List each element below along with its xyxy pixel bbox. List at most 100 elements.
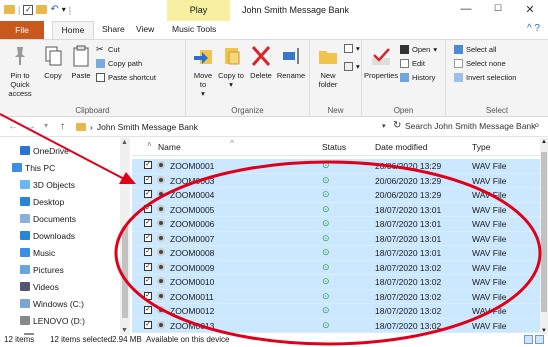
- table-row[interactable]: ✓ ZOOM0011 ⊙ 18/07/2020 13:02 WAV File: [132, 289, 540, 304]
- nav-scroll-thumb[interactable]: [122, 226, 128, 318]
- nav-item[interactable]: OneDrive: [20, 142, 69, 159]
- scroll-down-arrow-icon[interactable]: ▼: [541, 328, 547, 334]
- back-button[interactable]: ←: [8, 121, 18, 132]
- nav-item[interactable]: Desktop: [20, 193, 64, 210]
- maximize-button[interactable]: ☐: [488, 3, 508, 14]
- table-row[interactable]: ✓ ZOOM0006 ⊙ 18/07/2020 13:01 WAV File: [132, 217, 540, 232]
- breadcrumb[interactable]: › John Smith Message Bank: [76, 122, 198, 132]
- row-checkbox[interactable]: ✓: [144, 175, 152, 184]
- table-row[interactable]: ✓ ZOOM0010 ⊙ 18/07/2020 13:02 WAV File: [132, 275, 540, 290]
- file-list: ˄ Name ^ Status Date modified Type ✓ ZOOM…: [132, 138, 540, 335]
- properties-check-icon[interactable]: ✓: [23, 4, 34, 15]
- tab-music-tools[interactable]: Music Tools: [172, 24, 216, 34]
- copy-path-button[interactable]: Copy path: [96, 59, 142, 68]
- nav-item[interactable]: Downloads: [20, 227, 75, 244]
- new-folder-button[interactable]: New folder: [314, 44, 342, 89]
- scroll-up-arrow-icon[interactable]: ▲: [121, 139, 128, 146]
- table-row[interactable]: ✓ ZOOM0008 ⊙ 18/07/2020 13:01 WAV File: [132, 246, 540, 261]
- nav-item[interactable]: Music: [20, 244, 55, 261]
- open-button[interactable]: Open ▾: [400, 45, 437, 54]
- column-type[interactable]: Type: [472, 142, 490, 152]
- new-folder-icon[interactable]: [36, 5, 48, 14]
- nav-pane-scrollbar[interactable]: ▲ ▼: [120, 138, 130, 335]
- move-to-button[interactable]: Move to ▾: [190, 44, 216, 98]
- close-button[interactable]: ✕: [520, 3, 540, 16]
- folder-icon: [4, 5, 15, 14]
- copy-path-icon: [96, 59, 105, 68]
- scissors-icon: ✂: [96, 44, 104, 54]
- address-dropdown-icon[interactable]: ▾: [382, 122, 386, 130]
- properties-button[interactable]: Properties: [364, 44, 398, 80]
- search-icon[interactable]: ⌕: [534, 120, 540, 131]
- history-button[interactable]: History: [400, 73, 435, 82]
- table-row[interactable]: ✓ ZOOM0013 ⊙ 18/07/2020 13:02 WAV File: [132, 318, 540, 333]
- pin-to-quick-access-button[interactable]: Pin to Quick access: [2, 44, 38, 98]
- forward-button[interactable]: →: [26, 121, 36, 132]
- rename-button[interactable]: Rename: [276, 44, 306, 80]
- nav-item[interactable]: 3D Objects: [20, 176, 75, 193]
- row-checkbox[interactable]: ✓: [144, 277, 152, 285]
- table-row[interactable]: ✓ ZOOM0001 ⊙ 20/06/2020 13:29 WAV File: [132, 159, 540, 174]
- select-all-button[interactable]: Select all: [454, 45, 496, 54]
- select-none-button[interactable]: Select none: [454, 59, 506, 68]
- nav-item[interactable]: Windows (C:): [20, 295, 84, 312]
- table-row[interactable]: ✓ ZOOM0012 ⊙ 18/07/2020 13:02 WAV File: [132, 304, 540, 319]
- help-icon[interactable]: ^ ?: [527, 23, 540, 34]
- tab-home[interactable]: Home: [52, 21, 94, 39]
- nav-item[interactable]: This PC: [12, 159, 55, 176]
- column-status[interactable]: Status: [322, 142, 346, 152]
- row-checkbox[interactable]: ✓: [144, 306, 152, 314]
- row-checkbox[interactable]: ✓: [144, 248, 152, 256]
- edit-button[interactable]: Edit: [400, 59, 425, 68]
- sync-status-icon: ⊙: [322, 276, 330, 286]
- nav-item[interactable]: LENOVO (D:): [20, 312, 85, 329]
- row-checkbox[interactable]: ✓: [144, 320, 152, 329]
- tab-view[interactable]: View: [136, 24, 154, 34]
- cut-button[interactable]: ✂ Cut: [96, 44, 120, 55]
- open-group-label: Open: [393, 106, 414, 115]
- up-button[interactable]: ↑: [60, 121, 65, 132]
- nav-item[interactable]: Videos: [20, 278, 59, 295]
- row-checkbox[interactable]: ✓: [144, 262, 152, 271]
- delete-button[interactable]: Delete: [248, 44, 274, 80]
- recent-chevron-icon[interactable]: ▾: [44, 121, 48, 130]
- column-name[interactable]: Name: [158, 142, 181, 152]
- table-row[interactable]: ✓ ZOOM0009 ⊙ 18/07/2020 13:02 WAV File: [132, 260, 540, 275]
- row-checkbox[interactable]: ✓: [144, 190, 152, 198]
- customize-qat-chevron-icon[interactable]: ▾: [62, 5, 66, 14]
- row-checkbox[interactable]: ✓: [144, 291, 152, 300]
- table-row[interactable]: ✓ ZOOM0007 ⊙ 18/07/2020 13:01 WAV File: [132, 231, 540, 246]
- undo-icon[interactable]: ↶: [50, 4, 58, 15]
- nav-item[interactable]: Pictures: [20, 261, 64, 278]
- table-row[interactable]: ✓ ZOOM0003 ⊙ 20/06/2020 13:29 WAV File: [132, 173, 540, 188]
- scroll-up-arrow-icon[interactable]: ▲: [541, 139, 547, 145]
- file-list-scroll-thumb[interactable]: [541, 152, 547, 312]
- tab-file[interactable]: File: [0, 21, 44, 39]
- table-row[interactable]: ✓ ZOOM0005 ⊙ 18/07/2020 13:01 WAV File: [132, 202, 540, 217]
- column-date-modified[interactable]: Date modified: [375, 142, 427, 152]
- nav-item-label: LENOVO (D:): [33, 315, 85, 326]
- play-context-tab[interactable]: Play: [167, 0, 230, 21]
- scroll-down-arrow-icon[interactable]: ▼: [121, 327, 128, 334]
- invert-selection-button[interactable]: Invert selection: [454, 73, 516, 82]
- minimize-button[interactable]: —: [456, 3, 476, 15]
- new-item-button[interactable]: ▾: [344, 44, 360, 53]
- table-row[interactable]: ✓ ZOOM0004 ⊙ 20/06/2020 13:29 WAV File: [132, 188, 540, 203]
- row-checkbox[interactable]: ✓: [144, 161, 152, 169]
- row-checkbox[interactable]: ✓: [144, 204, 152, 213]
- paste-button[interactable]: Paste: [68, 44, 94, 80]
- tab-share[interactable]: Share: [102, 24, 125, 34]
- search-input[interactable]: Search John Smith Message Bank: [405, 121, 535, 131]
- copy-to-button[interactable]: Copy to ▾: [218, 44, 244, 89]
- refresh-button[interactable]: ↻: [393, 120, 401, 131]
- large-icons-view-icon[interactable]: [535, 335, 544, 344]
- copy-button[interactable]: Copy: [40, 44, 66, 80]
- copy-icon: [45, 46, 62, 66]
- paste-shortcut-button[interactable]: Paste shortcut: [96, 73, 156, 82]
- file-list-scrollbar[interactable]: ▲ ▼: [540, 138, 548, 335]
- details-view-icon[interactable]: [524, 335, 533, 344]
- easy-access-button[interactable]: ▾: [344, 62, 360, 71]
- nav-item[interactable]: Documents: [20, 210, 76, 227]
- row-checkbox[interactable]: ✓: [144, 233, 152, 242]
- row-checkbox[interactable]: ✓: [144, 219, 152, 227]
